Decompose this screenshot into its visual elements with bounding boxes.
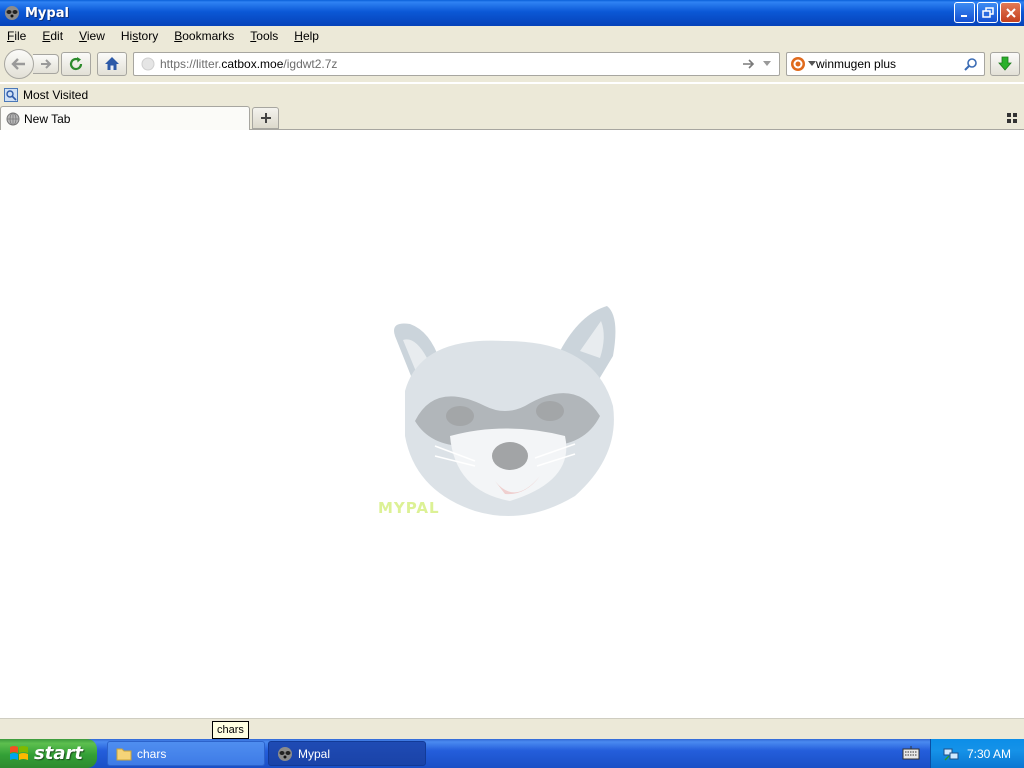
restore-icon (981, 6, 994, 18)
menu-file[interactable]: File (0, 29, 34, 43)
go-button[interactable] (740, 55, 758, 73)
mypal-app-icon (5, 6, 19, 20)
taskbar-item-mypal[interactable]: Mypal (268, 741, 426, 766)
taskbar-item-chars[interactable]: chars (107, 741, 265, 766)
folder-icon (116, 748, 132, 760)
status-bar (0, 718, 1024, 739)
go-arrow-icon (743, 59, 755, 69)
menu-tools[interactable]: Tools (242, 29, 286, 43)
clock[interactable]: 7:30 AM (967, 747, 1011, 761)
home-icon (105, 57, 119, 70)
keyboard-icon[interactable] (902, 745, 920, 761)
menu-history[interactable]: History (113, 29, 166, 43)
bookmark-most-visited[interactable]: Most Visited (4, 88, 88, 102)
logo-text: MYPAL (378, 499, 440, 517)
chevron-down-icon (808, 61, 816, 66)
search-engine-icon (791, 57, 805, 71)
taskbar: start chars Mypal 7:30 AM (0, 739, 1024, 768)
menu-bookmarks[interactable]: Bookmarks (166, 29, 242, 43)
raccoon-logo-image (394, 306, 616, 516)
tab-strip: New Tab (0, 106, 1024, 130)
page-content: MYPAL (0, 131, 1024, 718)
menu-view[interactable]: View (71, 29, 113, 43)
menu-edit[interactable]: Edit (34, 29, 71, 43)
minimize-icon (960, 14, 967, 17)
reload-icon (69, 57, 83, 71)
taskbar-item-label: chars (137, 746, 167, 761)
network-icon[interactable] (943, 746, 959, 762)
plus-icon (260, 113, 271, 123)
windows-flag-icon (10, 745, 28, 760)
url-bar[interactable]: https://litter.catbox.moe/igdwt2.7z (133, 52, 780, 76)
bookmarks-toolbar: Most Visited (0, 84, 1024, 106)
home-button[interactable] (97, 52, 127, 76)
search-engine-selector[interactable] (790, 54, 816, 74)
dropdown-arrow-icon (763, 61, 771, 66)
search-icon (964, 58, 977, 71)
download-arrow-icon (998, 56, 1012, 71)
search-input[interactable] (816, 57, 962, 71)
taskbar-item-label: Mypal (298, 746, 331, 761)
minimize-button[interactable] (954, 2, 975, 23)
reload-button[interactable] (61, 52, 91, 76)
navigation-toolbar: https://litter.catbox.moe/igdwt2.7z (0, 46, 1024, 82)
restore-button[interactable] (977, 2, 998, 23)
title-bar: Mypal (0, 0, 1024, 26)
close-icon (1005, 7, 1016, 18)
window-title: Mypal (25, 5, 69, 21)
mypal-app-icon (278, 746, 292, 761)
menu-bar: File Edit View History Bookmarks Tools H… (0, 26, 1024, 46)
site-identity-icon[interactable] (141, 57, 155, 71)
most-visited-label: Most Visited (23, 88, 89, 102)
search-button[interactable] (962, 55, 980, 73)
url-text[interactable]: https://litter.catbox.moe/igdwt2.7z (160, 57, 740, 71)
globe-icon (6, 112, 20, 125)
tab-groups-icon[interactable] (1006, 112, 1018, 124)
new-tab-button[interactable] (252, 107, 279, 129)
forward-arrow-icon (40, 59, 51, 69)
back-arrow-icon (11, 58, 25, 70)
most-visited-icon (4, 88, 18, 102)
start-label: start (34, 743, 83, 764)
search-bar[interactable] (786, 52, 985, 76)
system-tray: 7:30 AM (930, 739, 1024, 768)
close-button[interactable] (1000, 2, 1021, 23)
tab-label: New Tab (24, 111, 71, 126)
downloads-button[interactable] (990, 52, 1020, 76)
url-history-dropdown[interactable] (760, 55, 774, 73)
start-button[interactable]: start (0, 739, 97, 768)
menu-help[interactable]: Help (286, 29, 327, 43)
taskbar-tooltip: chars (212, 721, 249, 739)
back-button[interactable] (4, 49, 34, 79)
tab-new-tab[interactable]: New Tab (0, 106, 250, 130)
forward-button[interactable] (33, 54, 59, 74)
